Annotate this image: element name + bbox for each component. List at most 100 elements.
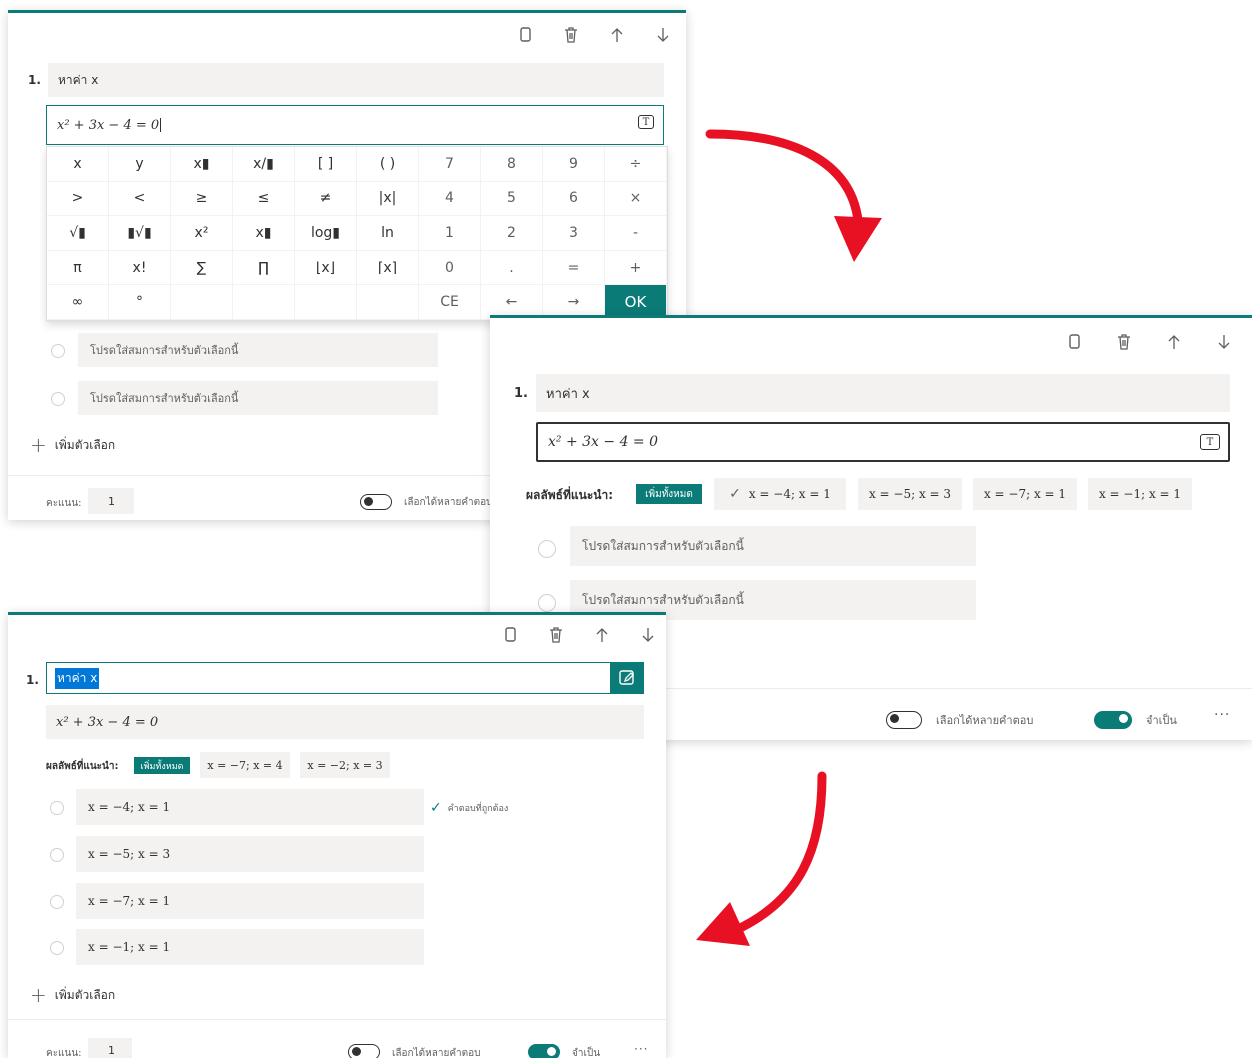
equation-display[interactable]: x² + 3x − 4 = 0 xyxy=(46,705,644,739)
keypad-key[interactable]: . xyxy=(481,250,543,286)
suggestion-chip[interactable]: x = −2; x = 3 xyxy=(300,752,390,778)
equation-edit-button[interactable] xyxy=(610,662,644,694)
required-toggle[interactable] xyxy=(528,1044,560,1058)
arrow-down-icon[interactable] xyxy=(651,23,675,47)
keypad-key[interactable]: x xyxy=(47,147,109,182)
keypad-key[interactable]: 4 xyxy=(419,181,481,217)
keypad-key[interactable]: x! xyxy=(109,250,171,286)
option-input[interactable]: x = −5; x = 3 xyxy=(76,836,424,872)
copy-icon[interactable] xyxy=(498,623,522,647)
required-toggle[interactable] xyxy=(1094,711,1132,729)
option-input[interactable]: x = −4; x = 1 xyxy=(76,789,424,825)
keypad-key[interactable]: 3 xyxy=(543,216,605,251)
keypad-key[interactable]: ⌈x⌉ xyxy=(357,250,419,286)
keypad-key[interactable]: > xyxy=(47,181,109,217)
keypad-key[interactable]: ∑ xyxy=(171,250,233,286)
add-all-button[interactable]: เพิ่มทั้งหมด xyxy=(134,757,190,774)
keypad-key[interactable]: - xyxy=(605,216,667,251)
keypad-key[interactable]: π xyxy=(47,250,109,286)
add-all-button[interactable]: เพิ่มทั้งหมด xyxy=(636,484,702,504)
option-input[interactable]: x = −7; x = 1 xyxy=(76,883,424,919)
option-radio[interactable] xyxy=(51,392,65,406)
suggestion-chip[interactable]: x = −7; x = 4 xyxy=(200,752,290,778)
add-option-button[interactable]: + เพิ่มตัวเลือก xyxy=(30,983,115,1007)
arrow-up-icon[interactable] xyxy=(590,623,614,647)
keypad-key[interactable]: ∏ xyxy=(233,250,295,286)
option-radio[interactable] xyxy=(50,801,64,815)
arrow-up-icon[interactable] xyxy=(605,23,629,47)
keypad-key[interactable]: 8 xyxy=(481,147,543,182)
trash-icon[interactable] xyxy=(559,23,583,47)
keypad-key[interactable]: x² xyxy=(171,216,233,251)
option-input[interactable]: โปรดใส่สมการสำหรับตัวเลือกนี้ xyxy=(78,333,438,367)
option-input[interactable]: โปรดใส่สมการสำหรับตัวเลือกนี้ xyxy=(78,381,438,415)
copy-icon[interactable] xyxy=(1062,330,1086,354)
correct-answer-marker[interactable]: ✓ คำตอบที่ถูกต้อง xyxy=(430,800,508,816)
keypad-key[interactable]: × xyxy=(605,181,667,217)
keypad-key[interactable]: √▮ xyxy=(47,216,109,251)
keypad-key[interactable]: x/▮ xyxy=(233,147,295,182)
keypad-key[interactable]: < xyxy=(109,181,171,217)
option-radio[interactable] xyxy=(50,848,64,862)
more-options-icon[interactable]: ··· xyxy=(634,1042,648,1056)
add-option-button[interactable]: + เพิ่มตัวเลือก xyxy=(30,433,115,457)
option-radio[interactable] xyxy=(51,344,65,358)
keypad-key[interactable]: + xyxy=(605,250,667,286)
arrow-down-icon[interactable] xyxy=(1212,330,1236,354)
suggestion-chip-selected[interactable]: ✓ x = −4; x = 1 xyxy=(714,478,846,510)
score-input[interactable]: 1 xyxy=(88,488,134,514)
keypad-key[interactable]: ≥ xyxy=(171,181,233,217)
text-mode-icon[interactable]: T xyxy=(1200,434,1220,450)
keypad-key[interactable]: ≤ xyxy=(233,181,295,217)
keypad-key[interactable]: 7 xyxy=(419,147,481,182)
keypad-key[interactable]: x▮ xyxy=(233,216,295,251)
arrow-down-icon[interactable] xyxy=(636,623,660,647)
keypad-key[interactable]: ÷ xyxy=(605,147,667,182)
score-input[interactable]: 1 xyxy=(88,1038,132,1058)
multiple-answers-toggle[interactable] xyxy=(360,494,392,510)
keypad-key[interactable]: ( ) xyxy=(357,147,419,182)
option-input[interactable]: x = −1; x = 1 xyxy=(76,929,424,965)
text-mode-icon[interactable]: T xyxy=(638,115,654,129)
option-radio[interactable] xyxy=(538,594,556,612)
option-radio[interactable] xyxy=(538,540,556,558)
keypad-key[interactable]: [ ] xyxy=(295,147,357,182)
keypad-key[interactable]: = xyxy=(543,250,605,286)
question-title-input[interactable]: หาค่า x xyxy=(536,374,1230,412)
arrow-up-icon[interactable] xyxy=(1162,330,1186,354)
keypad-key[interactable]: |x| xyxy=(357,181,419,217)
keypad-key[interactable]: 0 xyxy=(419,250,481,286)
suggestion-chip[interactable]: x = −1; x = 1 xyxy=(1088,478,1192,510)
keypad-key[interactable]: ∞ xyxy=(47,285,109,320)
suggestion-chip[interactable]: x = −7; x = 1 xyxy=(973,478,1077,510)
keypad-key[interactable]: 6 xyxy=(543,181,605,217)
keypad-key[interactable]: ⌊x⌋ xyxy=(295,250,357,286)
trash-icon[interactable] xyxy=(544,623,568,647)
keypad-key[interactable]: ≠ xyxy=(295,181,357,217)
equation-display[interactable]: x² + 3x − 4 = 0 xyxy=(536,422,1230,462)
question-title-input[interactable]: หาค่า x xyxy=(48,63,664,97)
multiple-answers-toggle[interactable] xyxy=(348,1044,380,1058)
option-radio[interactable] xyxy=(50,895,64,909)
keypad-key[interactable]: 9 xyxy=(543,147,605,182)
keypad-key[interactable]: ln xyxy=(357,216,419,251)
keypad-key[interactable]: 5 xyxy=(481,181,543,217)
keypad-key[interactable]: y xyxy=(109,147,171,182)
option-input[interactable]: โปรดใส่สมการสำหรับตัวเลือกนี้ xyxy=(570,526,976,566)
trash-icon[interactable] xyxy=(1112,330,1136,354)
required-label: จำเป็น xyxy=(1146,714,1177,727)
option-radio[interactable] xyxy=(50,941,64,955)
keypad-key[interactable]: x▮ xyxy=(171,147,233,182)
keypad-key[interactable]: ° xyxy=(109,285,171,320)
keypad-key[interactable]: log▮ xyxy=(295,216,357,251)
keypad-key[interactable]: CE xyxy=(419,285,481,320)
suggestion-chip[interactable]: x = −5; x = 3 xyxy=(858,478,962,510)
more-options-icon[interactable]: ··· xyxy=(1214,707,1230,723)
multiple-answers-toggle[interactable] xyxy=(886,711,922,729)
keypad-key[interactable]: 2 xyxy=(481,216,543,251)
question-title-input[interactable]: หาค่า x xyxy=(46,662,612,694)
equation-input[interactable]: x² + 3x − 4 = 0 xyxy=(46,105,664,145)
keypad-key[interactable]: ▮√▮ xyxy=(109,216,171,251)
copy-icon[interactable] xyxy=(513,23,537,47)
keypad-key[interactable]: 1 xyxy=(419,216,481,251)
